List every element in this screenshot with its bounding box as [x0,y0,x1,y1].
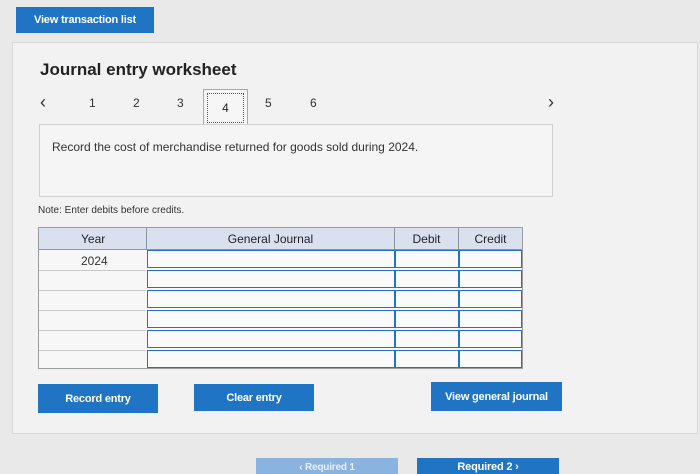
journal-account-input[interactable] [147,310,395,328]
debit-input[interactable] [395,310,459,328]
debit-input[interactable] [395,290,459,308]
credit-input[interactable] [459,290,522,308]
previous-required-button[interactable]: ‹ Required 1 [256,458,398,474]
step-4-current[interactable]: 4 [203,89,248,127]
step-2[interactable]: 2 [133,96,140,112]
journal-account-input[interactable] [147,250,395,268]
note-text: Note: Enter debits before credits. [38,205,185,216]
row-divider [39,310,146,311]
debit-input[interactable] [395,330,459,348]
worksheet-title: Journal entry worksheet [40,60,237,79]
credit-input[interactable] [459,250,522,268]
row-divider [39,270,146,271]
credit-input[interactable] [459,330,522,348]
header-credit: Credit [459,228,522,250]
view-transaction-list-button[interactable]: View transaction list [16,7,154,33]
credit-input[interactable] [459,350,522,368]
debit-input[interactable] [395,250,459,268]
header-year: Year [39,228,147,250]
journal-account-input[interactable] [147,290,395,308]
row-divider [39,330,146,331]
journal-account-input[interactable] [147,270,395,288]
instruction-text: Record the cost of merchandise returned … [52,140,419,154]
next-required-button[interactable]: Required 2 › [417,458,559,474]
view-general-journal-button[interactable]: View general journal [431,382,562,411]
header-general-journal: General Journal [147,228,395,250]
year-value: 2024 [81,254,108,268]
credit-input[interactable] [459,270,522,288]
step-1[interactable]: 1 [89,96,96,112]
debit-input[interactable] [395,270,459,288]
instruction-box: Record the cost of merchandise returned … [39,124,553,197]
clear-entry-button[interactable]: Clear entry [194,384,314,411]
credit-input[interactable] [459,310,522,328]
debit-input[interactable] [395,350,459,368]
journal-account-input[interactable] [147,330,395,348]
step-6[interactable]: 6 [310,96,317,112]
row-divider [39,290,146,291]
header-debit: Debit [395,228,459,250]
chevron-right-icon[interactable]: › [548,92,554,113]
step-5[interactable]: 5 [265,96,272,112]
chevron-left-icon[interactable]: ‹ [40,92,46,113]
record-entry-button[interactable]: Record entry [38,384,158,413]
journal-table: Year General Journal Debit Credit 2024 [38,227,523,369]
journal-account-input[interactable] [147,350,395,368]
row-divider [39,350,146,351]
step-3[interactable]: 3 [177,96,184,112]
